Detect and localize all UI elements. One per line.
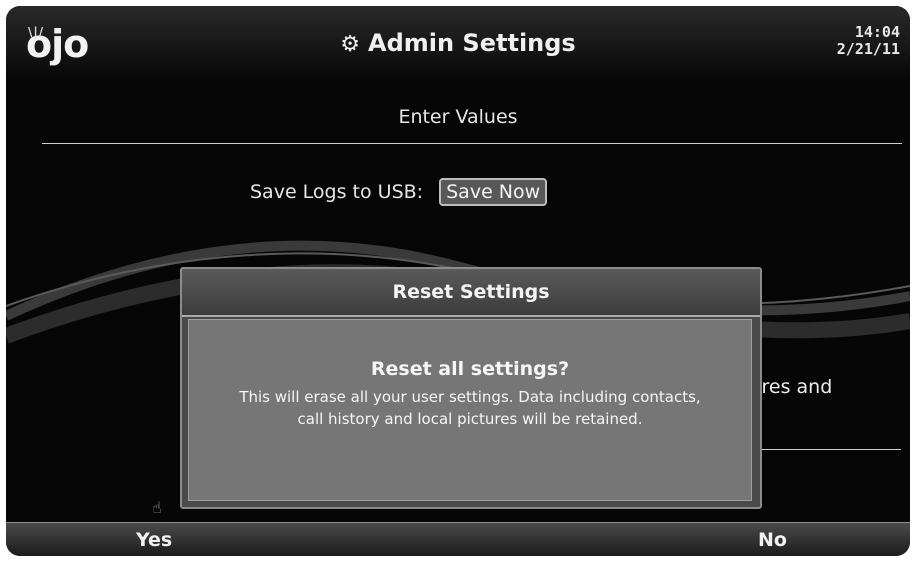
clock: 14:04 2/21/11 bbox=[837, 24, 900, 58]
clock-date: 2/21/11 bbox=[836, 40, 900, 58]
no-button[interactable]: No bbox=[758, 523, 787, 556]
page-title-text: Admin Settings bbox=[368, 29, 576, 57]
device-screen: \|/ ojo ⚙ Admin Settings 14:04 2/21/11 En… bbox=[6, 6, 910, 556]
dialog-body: Reset all settings? This will erase all … bbox=[188, 319, 752, 501]
save-logs-label: Save Logs to USB: bbox=[250, 181, 424, 203]
dialog-question: Reset all settings? bbox=[370, 358, 570, 380]
save-logs-row: Save Logs to USB: Save Now bbox=[250, 178, 548, 206]
section-divider-lower bbox=[751, 449, 901, 450]
dialog-message: This will erase all your user settings. … bbox=[239, 388, 701, 428]
dialog-title: Reset Settings bbox=[182, 269, 760, 317]
clock-time: 14:04 bbox=[854, 23, 900, 41]
page-title: ⚙ Admin Settings bbox=[6, 26, 910, 62]
top-bar: \|/ ojo ⚙ Admin Settings 14:04 2/21/11 bbox=[6, 6, 910, 84]
softkey-bar: Yes No bbox=[6, 522, 910, 556]
reset-settings-dialog: Reset Settings Reset all settings? This … bbox=[180, 267, 762, 509]
save-now-button[interactable]: Save Now bbox=[439, 178, 548, 206]
gear-icon: ⚙ bbox=[340, 32, 360, 57]
section-divider bbox=[42, 143, 902, 144]
yes-button[interactable]: Yes bbox=[136, 523, 172, 556]
section-heading: Enter Values bbox=[398, 106, 518, 128]
pointer-hand-icon: ☝ bbox=[152, 498, 162, 517]
